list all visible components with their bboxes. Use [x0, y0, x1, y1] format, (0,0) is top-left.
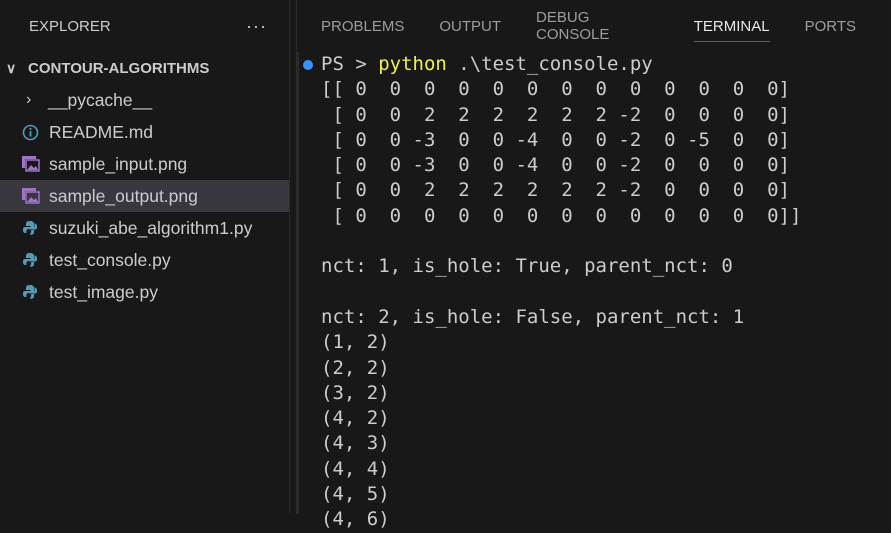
tree-item-readme[interactable]: README.md [0, 116, 289, 148]
terminal-line: nct: 1, is_hole: True, parent_nct: 0 [321, 255, 733, 278]
terminal-line: (2, 2) [321, 356, 390, 379]
terminal-line: [ 0 0 2 2 2 2 2 2 -2 0 0 0 0] [321, 103, 790, 126]
python-icon [22, 284, 49, 300]
prompt-line: PS > python .\test_console.py [321, 52, 801, 77]
tab-debug-console[interactable]: DEBUG CONSOLE [536, 0, 659, 52]
explorer-title: EXPLORER [29, 17, 111, 35]
tab-ports[interactable]: PORTS [805, 0, 856, 52]
terminal-line: (4, 4) [321, 457, 390, 480]
prompt: PS > [321, 53, 379, 75]
terminal-left-border [297, 52, 299, 514]
terminal-line: (1, 2) [321, 331, 390, 354]
explorer-sidebar: EXPLORER ··· ∨ CONTOUR-ALGORITHMS › __py… [0, 0, 290, 514]
terminal-line: (4, 6) [321, 508, 390, 531]
terminal-line: [ 0 0 -3 0 0 -4 0 0 -2 0 0 0 0] [321, 154, 790, 177]
folder-label: CONTOUR-ALGORITHMS [28, 59, 210, 77]
terminal-line: [ 0 0 -3 0 0 -4 0 0 -2 0 -5 0 0] [321, 128, 790, 151]
tree-item-sample-output[interactable]: sample_output.png [0, 180, 289, 212]
terminal-line: [ 0 0 2 2 2 2 2 2 -2 0 0 0 0] [321, 179, 790, 202]
explorer-header: EXPLORER ··· [0, 0, 289, 52]
tree-item-pycache[interactable]: › __pycache__ [0, 84, 289, 116]
command-status-dot-icon[interactable] [303, 60, 313, 70]
tree-item-suzuki-abe[interactable]: suzuki_abe_algorithm1.py [0, 212, 289, 244]
image-icon [22, 156, 49, 172]
tab-terminal[interactable]: TERMINAL [693, 0, 770, 52]
tree-item-label: suzuki_abe_algorithm1.py [49, 217, 253, 238]
tree-item-label: sample_output.png [49, 185, 198, 206]
command: python [378, 53, 447, 75]
terminal-line: [ 0 0 0 0 0 0 0 0 0 0 0 0 0]] [321, 204, 802, 227]
terminal-line: nct: 2, is_hole: False, parent_nct: 1 [321, 305, 745, 328]
terminal-panel: PROBLEMS OUTPUT DEBUG CONSOLE TERMINAL P… [296, 0, 891, 530]
tree-item-label: README.md [49, 121, 154, 142]
terminal-line: (4, 3) [321, 432, 390, 455]
terminal-line: (4, 5) [321, 483, 390, 506]
image-icon [22, 188, 49, 204]
tree-item-label: test_image.py [49, 281, 158, 302]
folder-contour-algorithms[interactable]: ∨ CONTOUR-ALGORITHMS [0, 52, 289, 84]
tree-item-label: __pycache__ [48, 89, 153, 110]
more-actions-icon[interactable]: ··· [246, 16, 267, 37]
tree-item-test-image[interactable]: test_image.py [0, 276, 289, 308]
python-icon [22, 220, 49, 236]
info-icon [22, 124, 49, 141]
python-icon [22, 252, 49, 268]
chevron-down-icon: ∨ [6, 59, 17, 76]
command-args: .\test_console.py [446, 53, 653, 75]
terminal-line: (3, 2) [321, 381, 390, 404]
tab-output[interactable]: OUTPUT [439, 0, 501, 52]
tree-item-test-console[interactable]: test_console.py [0, 244, 289, 276]
chevron-right-icon: › [26, 91, 32, 108]
tree-item-label: sample_input.png [49, 153, 188, 174]
terminal-line: [[ 0 0 0 0 0 0 0 0 0 0 0 0 0] [321, 78, 790, 101]
terminal-output[interactable]: PS > python .\test_console.py[[ 0 0 0 0 … [321, 52, 801, 533]
tab-problems[interactable]: PROBLEMS [321, 0, 404, 52]
panel-tabs: PROBLEMS OUTPUT DEBUG CONSOLE TERMINAL P… [297, 0, 891, 52]
tree-item-sample-input[interactable]: sample_input.png [0, 148, 289, 180]
tree-item-label: test_console.py [49, 249, 171, 270]
terminal-line: (4, 2) [321, 407, 390, 430]
